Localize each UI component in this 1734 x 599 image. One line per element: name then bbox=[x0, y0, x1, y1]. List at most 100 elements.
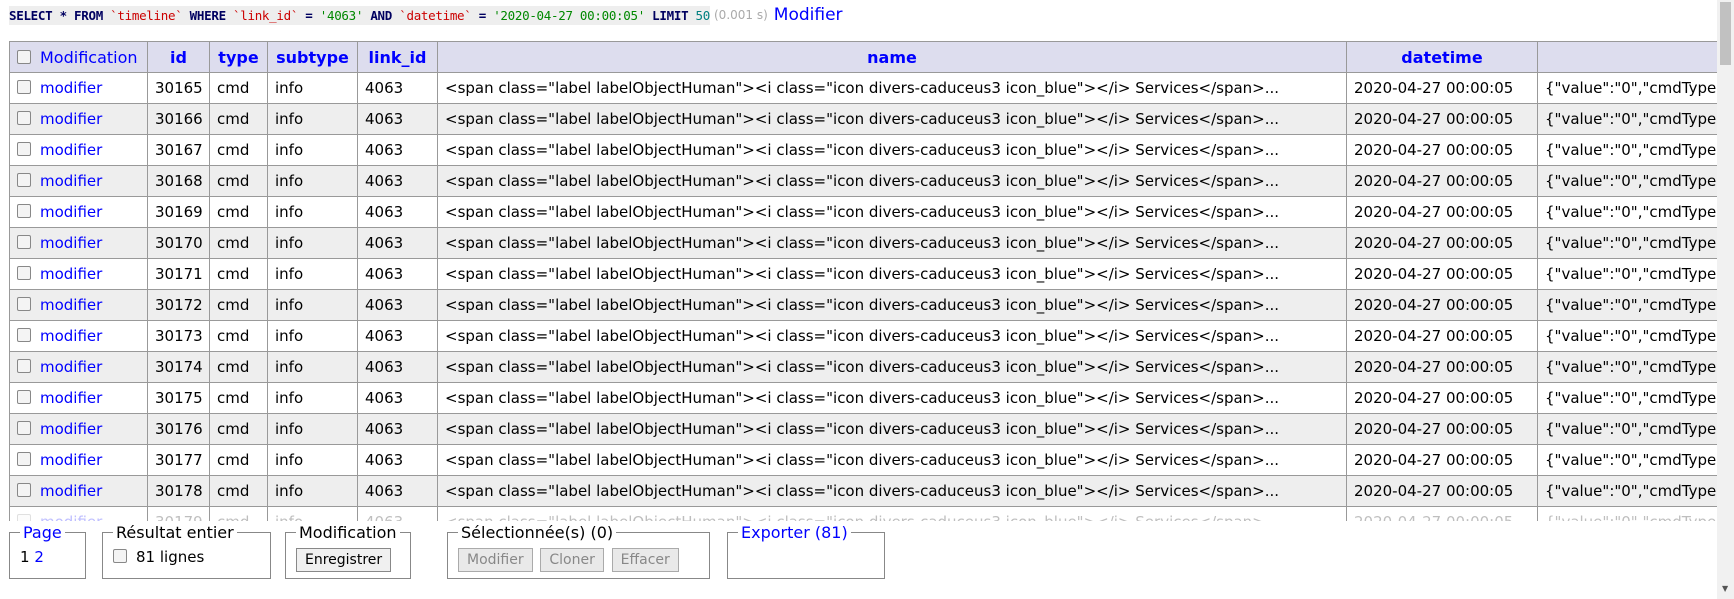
cell-modification: modifier bbox=[9, 382, 148, 414]
modify-query-link[interactable]: Modifier bbox=[774, 5, 843, 25]
modify-row-link[interactable]: modifier bbox=[40, 451, 102, 469]
cell-link-id: 4063 bbox=[357, 475, 438, 507]
cell-id: 30172 bbox=[147, 289, 210, 321]
header-datetime[interactable]: datetime bbox=[1346, 41, 1538, 73]
row-checkbox[interactable] bbox=[17, 80, 31, 94]
row-checkbox[interactable] bbox=[17, 359, 31, 373]
table-row: modifier 30178 cmd info 4063 <span class="lab… bbox=[9, 475, 1717, 507]
row-checkbox[interactable] bbox=[17, 514, 31, 521]
save-button[interactable]: Enregistrer bbox=[296, 548, 392, 572]
delete-selected-button[interactable]: Effacer bbox=[611, 548, 679, 572]
clone-selected-button[interactable]: Cloner bbox=[540, 548, 604, 572]
export-fieldset: Exporter (81) bbox=[727, 523, 885, 579]
cell-subtype: info bbox=[267, 165, 358, 197]
modify-row-link[interactable]: modifier bbox=[40, 513, 102, 521]
cell-options: {"value":"0","cmdType bbox=[1537, 413, 1717, 445]
header-id[interactable]: id bbox=[147, 41, 210, 73]
cell-options: {"value":"0","cmdType bbox=[1537, 165, 1717, 197]
modify-row-link[interactable]: modifier bbox=[40, 420, 102, 438]
modify-row-link[interactable]: modifier bbox=[40, 79, 102, 97]
row-checkbox[interactable] bbox=[17, 483, 31, 497]
export-link[interactable]: Exporter (81) bbox=[741, 523, 848, 542]
row-checkbox[interactable] bbox=[17, 142, 31, 156]
results-table: Modification id type subtype link_id nam… bbox=[9, 41, 1717, 521]
cell-subtype: info bbox=[267, 134, 358, 166]
modify-row-link[interactable]: modifier bbox=[40, 110, 102, 128]
modify-row-link[interactable]: modifier bbox=[40, 203, 102, 221]
sql-column: `link_id` bbox=[233, 7, 299, 23]
modify-row-link[interactable]: modifier bbox=[40, 172, 102, 190]
cell-id: 30171 bbox=[147, 258, 210, 290]
cell-options: {"value":"0","cmdType bbox=[1537, 320, 1717, 352]
cell-id: 30167 bbox=[147, 134, 210, 166]
cell-name: <span class="label labelObjectHuman"><i … bbox=[437, 506, 1347, 521]
select-all-checkbox[interactable] bbox=[17, 49, 31, 64]
cell-datetime: 2020-04-27 00:00:05 bbox=[1346, 475, 1538, 507]
cell-name: <span class="label labelObjectHuman"><i … bbox=[437, 382, 1347, 414]
cell-modification: modifier bbox=[9, 320, 148, 352]
modify-row-link[interactable]: modifier bbox=[40, 358, 102, 376]
cell-type: cmd bbox=[209, 227, 268, 259]
cell-type: cmd bbox=[209, 320, 268, 352]
header-name[interactable]: name bbox=[437, 41, 1347, 73]
table-row: modifier 30166 cmd info 4063 <span class="lab… bbox=[9, 103, 1717, 135]
cell-options: {"value":"0","cmdType bbox=[1537, 351, 1717, 383]
scrollbar-thumb[interactable] bbox=[1720, 2, 1731, 65]
cell-modification: modifier bbox=[9, 165, 148, 197]
row-checkbox[interactable] bbox=[17, 390, 31, 404]
modify-row-link[interactable]: modifier bbox=[40, 265, 102, 283]
cell-options: {"value":"0","cmdType bbox=[1537, 289, 1717, 321]
table-row: modifier 30172 cmd info 4063 <span class="lab… bbox=[9, 289, 1717, 321]
cell-link-id: 4063 bbox=[357, 227, 438, 259]
sql-table: `timeline` bbox=[110, 7, 183, 23]
cell-subtype: info bbox=[267, 475, 358, 507]
modify-row-link[interactable]: modifier bbox=[40, 389, 102, 407]
modify-row-link[interactable]: modifier bbox=[40, 234, 102, 252]
cell-options: {"value":"0","cmdType bbox=[1537, 382, 1717, 414]
row-checkbox[interactable] bbox=[17, 173, 31, 187]
table-row: modifier 30175 cmd info 4063 <span class="lab… bbox=[9, 382, 1717, 414]
vertical-scrollbar[interactable]: ▼ bbox=[1717, 0, 1734, 599]
row-checkbox[interactable] bbox=[17, 266, 31, 280]
modify-row-link[interactable]: modifier bbox=[40, 296, 102, 314]
row-checkbox[interactable] bbox=[17, 111, 31, 125]
modify-row-link[interactable]: modifier bbox=[40, 141, 102, 159]
cell-type: cmd bbox=[209, 444, 268, 476]
selected-fieldset: Sélectionnée(s) (0) Modifier Cloner Effa… bbox=[447, 523, 710, 579]
cell-name: <span class="label labelObjectHuman"><i … bbox=[437, 289, 1347, 321]
row-checkbox[interactable] bbox=[17, 452, 31, 466]
cell-datetime: 2020-04-27 00:00:05 bbox=[1346, 134, 1538, 166]
current-page: 1 bbox=[20, 548, 30, 566]
header-modification[interactable]: Modification bbox=[9, 41, 148, 73]
cell-link-id: 4063 bbox=[357, 351, 438, 383]
table-row: modifier 30167 cmd info 4063 <span class="lab… bbox=[9, 134, 1717, 166]
cell-id: 30165 bbox=[147, 72, 210, 104]
row-checkbox[interactable] bbox=[17, 204, 31, 218]
cell-datetime: 2020-04-27 00:00:05 bbox=[1346, 320, 1538, 352]
cell-id: 30177 bbox=[147, 444, 210, 476]
header-type[interactable]: type bbox=[209, 41, 268, 73]
header-subtype[interactable]: subtype bbox=[267, 41, 358, 73]
cell-link-id: 4063 bbox=[357, 103, 438, 135]
full-result-checkbox[interactable] bbox=[113, 549, 127, 563]
table-row: modifier 30174 cmd info 4063 <span class="lab… bbox=[9, 351, 1717, 383]
scroll-down-arrow-icon[interactable]: ▼ bbox=[1722, 584, 1728, 593]
cell-name: <span class="label labelObjectHuman"><i … bbox=[437, 351, 1347, 383]
modification-legend: Modification bbox=[299, 523, 397, 542]
header-link-id[interactable]: link_id bbox=[357, 41, 438, 73]
modify-selected-button[interactable]: Modifier bbox=[458, 548, 533, 572]
modification-fieldset: Modification Enregistrer bbox=[285, 523, 411, 579]
row-checkbox[interactable] bbox=[17, 328, 31, 342]
page-2-link[interactable]: 2 bbox=[34, 548, 44, 566]
modify-row-link[interactable]: modifier bbox=[40, 327, 102, 345]
export-legend[interactable]: Exporter (81) bbox=[738, 523, 851, 542]
row-checkbox[interactable] bbox=[17, 297, 31, 311]
cell-datetime: 2020-04-27 00:00:05 bbox=[1346, 103, 1538, 135]
cell-subtype: info bbox=[267, 382, 358, 414]
cell-subtype: info bbox=[267, 444, 358, 476]
row-checkbox[interactable] bbox=[17, 235, 31, 249]
cell-link-id: 4063 bbox=[357, 320, 438, 352]
modify-row-link[interactable]: modifier bbox=[40, 482, 102, 500]
header-options[interactable]: options bbox=[1537, 41, 1717, 73]
row-checkbox[interactable] bbox=[17, 421, 31, 435]
